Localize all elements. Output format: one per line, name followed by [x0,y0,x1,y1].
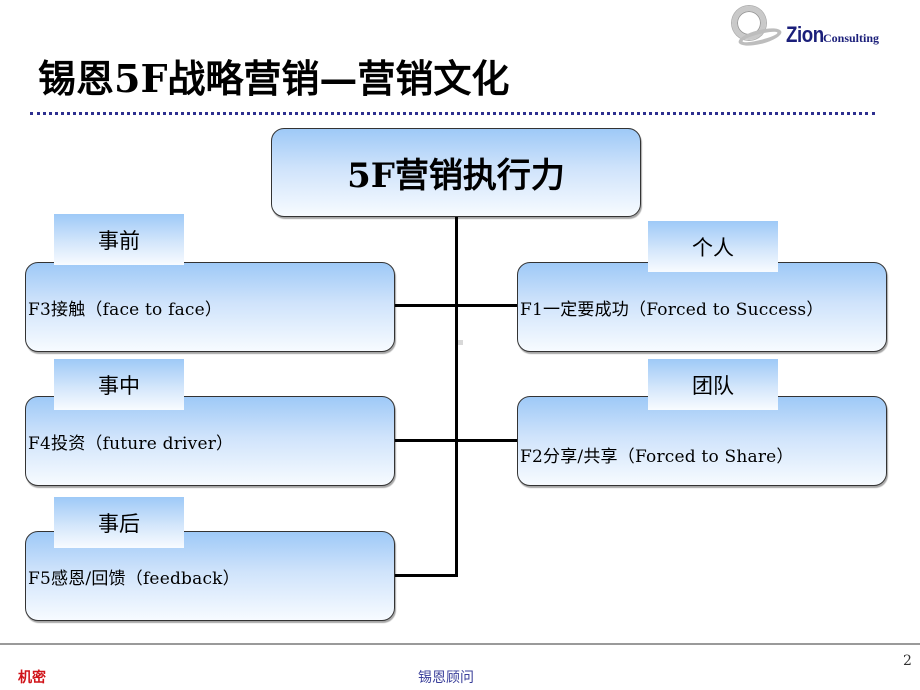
confidential-label: 机密 [18,670,46,686]
tag-before-label: 事前 [98,228,140,253]
logo-brand-text: Zion [786,22,824,47]
tag-after: 事后 [54,497,184,548]
node-f1: F1一定要成功（Forced to Success） [517,262,887,352]
tag-before: 事前 [54,214,184,265]
tag-individual-label: 个人 [692,235,734,260]
root-node: 5F营销执行力 [271,128,641,217]
logo-suffix-text: Consulting [823,31,880,45]
tag-during: 事中 [54,359,184,410]
company-logo: Zion Consulting [728,6,888,50]
connector-f2 [456,439,518,442]
tag-individual: 个人 [648,221,778,272]
footer-divider [0,643,920,645]
slide-title: 锡恩5F战略营销—营销文化 [38,56,510,101]
connector-f3 [395,304,457,307]
connector-f1 [456,304,518,307]
tag-during-label: 事中 [98,373,140,398]
node-f3-text: F3接触（face to face） [28,299,223,320]
node-f1-text: F1一定要成功（Forced to Success） [520,299,824,320]
page-number: 2 [903,653,912,669]
stray-marker [458,340,463,345]
node-f2-text: F2分享/共享（Forced to Share） [520,447,794,467]
tag-after-label: 事后 [98,511,140,536]
connector-f4 [395,439,457,442]
title-dotted-divider [30,112,875,115]
node-f3: F3接触（face to face） [25,262,395,352]
node-f4-text: F4投资（future driver） [28,433,234,454]
connector-f5 [395,574,458,577]
tag-team: 团队 [648,359,778,410]
footer-brand: 锡恩顾问 [418,670,474,686]
connector-trunk [455,217,458,577]
tag-team-label: 团队 [692,373,734,398]
root-node-label: 5F营销执行力 [347,156,565,196]
node-f5-text: F5感恩/回馈（feedback） [28,568,240,589]
